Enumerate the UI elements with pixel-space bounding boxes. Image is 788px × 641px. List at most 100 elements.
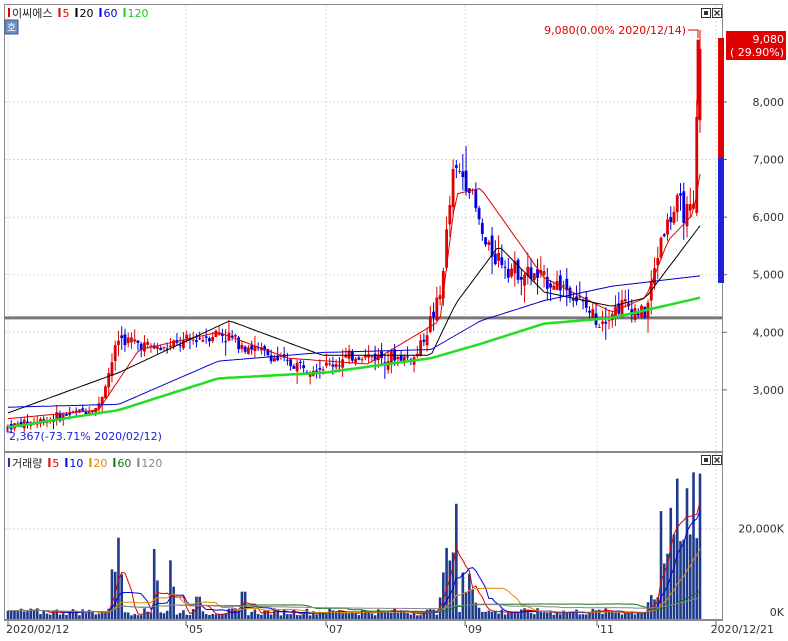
price-candle	[224, 341, 228, 343]
volume-bar	[104, 613, 107, 619]
volume-bar	[71, 609, 75, 619]
price-candle	[523, 274, 526, 286]
volume-bar	[507, 612, 510, 619]
volume-bar	[581, 614, 585, 619]
price-candle	[208, 338, 211, 342]
price-axis: 8,000 7,000 6,000 5,000 4,000 3,000	[722, 96, 784, 397]
price-candle	[435, 297, 439, 321]
price-candle	[195, 340, 198, 343]
price-candle	[298, 361, 302, 363]
price-range-bar-down	[718, 158, 724, 283]
price-candle	[354, 358, 358, 363]
volume-bar	[497, 613, 500, 619]
price-candle	[672, 211, 676, 224]
volume-bar	[390, 612, 393, 619]
price-candle	[360, 359, 364, 361]
price-candle	[675, 195, 679, 213]
volume-bar	[367, 612, 370, 619]
price-candle	[666, 219, 669, 235]
volume-bar	[159, 612, 162, 619]
chart-type-badge[interactable]: 호	[4, 19, 19, 35]
price-candle	[688, 204, 692, 211]
legend-swatch	[58, 8, 61, 17]
volume-bar	[675, 478, 679, 619]
price-close-button[interactable]	[712, 8, 722, 18]
price-candle	[120, 335, 124, 339]
price-candle	[243, 346, 247, 352]
price-candle	[285, 359, 289, 361]
volume-bar	[487, 610, 491, 619]
legend-swatch	[65, 458, 68, 467]
volume-bar	[136, 615, 140, 619]
volume-bar	[133, 613, 137, 619]
legend-label: 10	[69, 457, 83, 470]
volume-bar	[169, 560, 172, 619]
volume-bar	[448, 560, 452, 619]
price-candle	[91, 411, 94, 413]
volume-bar	[208, 614, 211, 619]
volume-bar	[403, 612, 406, 619]
volume-bar	[321, 613, 325, 619]
price-candle	[597, 327, 601, 329]
price-candle	[328, 363, 332, 365]
volume-bar	[328, 608, 331, 619]
volume-bar	[217, 614, 221, 619]
volume-bar	[643, 612, 647, 619]
price-candle	[295, 362, 299, 372]
volume-bar	[357, 614, 361, 619]
price-candle	[136, 340, 140, 343]
price-candle	[669, 216, 673, 223]
price-minimize-button[interactable]	[701, 8, 711, 18]
volume-bar	[461, 572, 465, 619]
chart-svg: 8,000 7,000 6,000 5,000 4,000 3,000 20,000K 0K…	[4, 4, 786, 636]
volume-bar	[26, 611, 29, 619]
date-tick-label: '09	[465, 623, 482, 636]
volume-bar	[65, 614, 68, 619]
volume-minimize-button[interactable]	[701, 455, 711, 465]
price-candle	[464, 170, 468, 192]
price-panel-frame	[4, 4, 723, 452]
volume-bar	[455, 503, 458, 619]
volume-bar	[58, 614, 62, 619]
volume-bar	[260, 614, 263, 619]
price-candle	[562, 285, 565, 287]
volume-bar	[16, 611, 20, 619]
legend-label: 이씨에스	[12, 7, 52, 20]
price-candle	[156, 346, 159, 349]
price-candle	[591, 309, 595, 318]
price-candle	[604, 321, 608, 324]
date-tick-label: '07	[326, 623, 343, 636]
volume-close-button[interactable]	[712, 455, 722, 465]
price-candle	[247, 347, 250, 354]
price-candle	[178, 345, 182, 347]
price-candle	[643, 306, 647, 318]
date-tick-label: '11	[597, 623, 614, 636]
legend-label: 120	[141, 457, 162, 470]
price-candle	[696, 39, 700, 105]
volume-bar	[230, 608, 234, 619]
price-candle	[113, 345, 117, 361]
volume-tick-label: 20,000K	[738, 523, 784, 536]
volume-bar	[672, 534, 676, 619]
volume-bar	[152, 549, 156, 619]
price-candle	[406, 356, 410, 358]
volume-bar	[445, 547, 448, 619]
legend-swatch	[48, 458, 51, 467]
max-annotation: 9,080(0.00% 2020/12/14)	[544, 24, 686, 37]
price-candle	[240, 344, 244, 350]
price-candle	[370, 356, 374, 358]
price-candle	[133, 339, 137, 342]
volume-bar	[269, 614, 273, 619]
price-candle	[126, 337, 130, 344]
volume-bar	[409, 614, 413, 619]
volume-bar	[42, 610, 46, 619]
legend-label: 60	[103, 7, 117, 20]
price-candle	[662, 234, 666, 237]
volume-bar	[325, 614, 328, 619]
volume-bar	[172, 586, 175, 619]
volume-bar	[81, 609, 85, 619]
volume-bar	[188, 614, 192, 619]
volume-bar	[688, 534, 692, 619]
volume-bar	[565, 612, 569, 619]
volume-bar	[39, 614, 42, 619]
